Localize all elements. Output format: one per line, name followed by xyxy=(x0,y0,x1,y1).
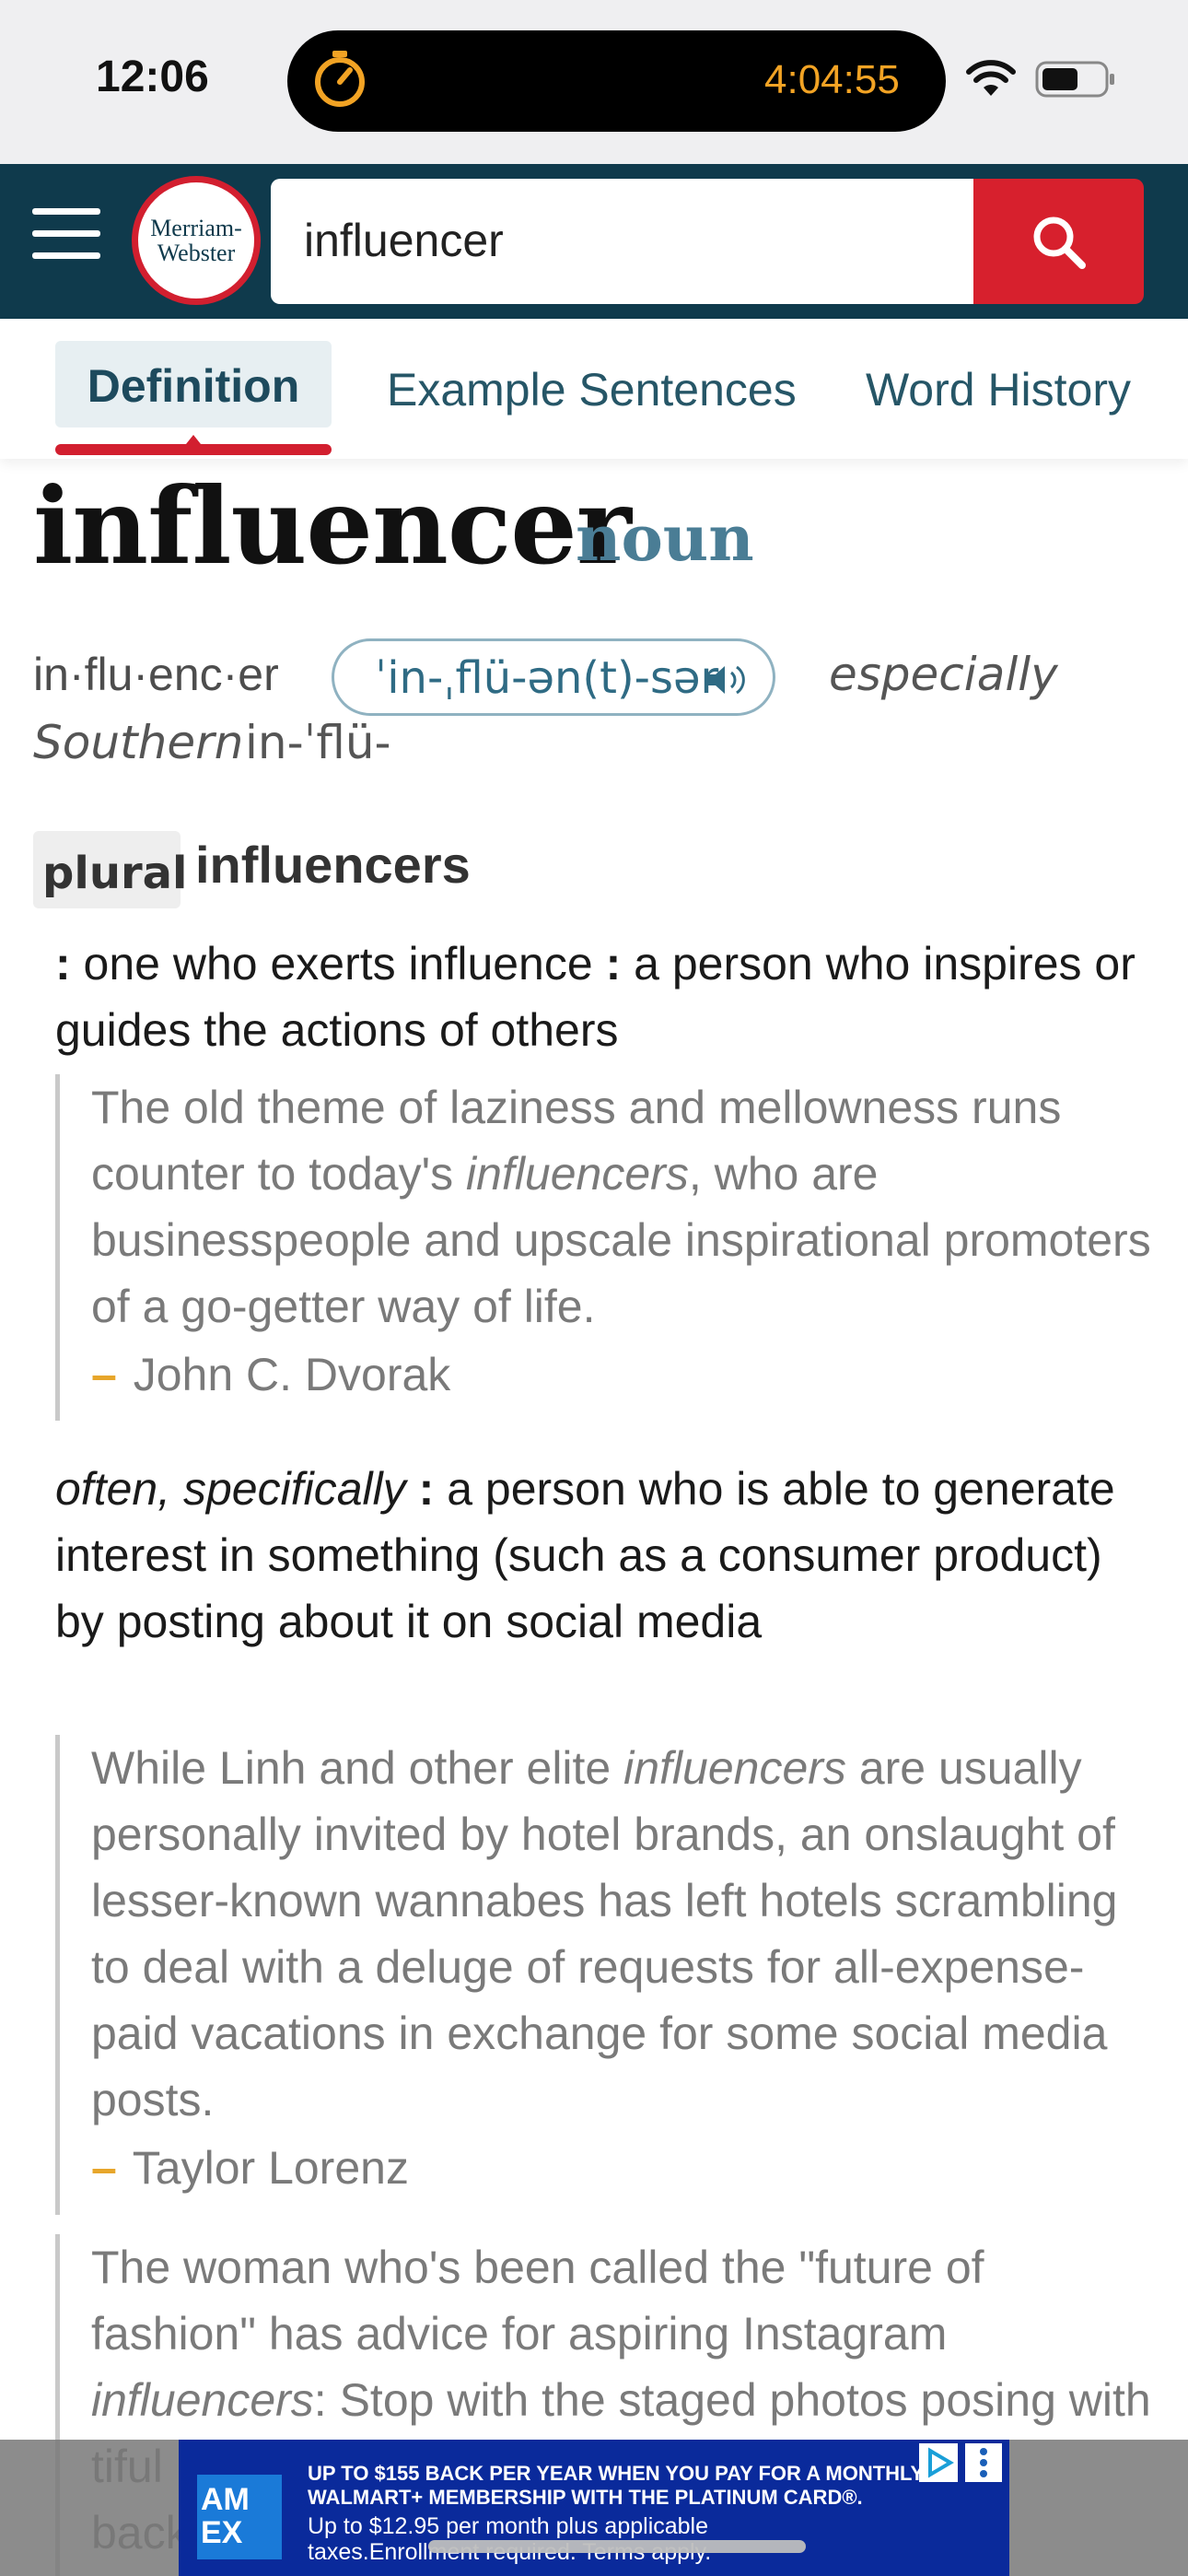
tab-definition[interactable]: Definition xyxy=(55,319,332,459)
variant-label: especially xyxy=(829,648,1058,701)
ad-headline-2: WALMART+ MEMBERSHIP WITH THE PLATINUM CA… xyxy=(308,2486,863,2509)
example-quote: The old theme of laziness and mellowness… xyxy=(55,1074,1160,1421)
search-button[interactable] xyxy=(973,179,1144,304)
more-options-icon[interactable] xyxy=(965,2443,1002,2482)
pronunciation-text: ˈin-ˌflü-ən(t)-sər xyxy=(375,652,719,704)
sense-1: : one who exerts influence : a person wh… xyxy=(55,938,1136,1056)
plural-label: plural xyxy=(42,848,188,899)
amex-ad-banner[interactable]: AM EX UP TO $155 BACK PER YEAR WHEN YOU … xyxy=(179,2440,1009,2576)
timer-icon xyxy=(315,51,365,107)
search-input-value: influencer xyxy=(304,215,504,266)
quote-attribution: – Taylor Lorenz xyxy=(91,2142,409,2194)
timer-readout: 4:04:55 xyxy=(764,57,900,102)
logo-wordmark: Merriam- Webster xyxy=(150,215,242,266)
plural-badge: plural xyxy=(33,831,188,908)
tab-word-history-label: Word History xyxy=(866,364,1132,416)
wifi-icon xyxy=(966,60,1016,96)
tab-example-sentences-label: Example Sentences xyxy=(387,364,797,416)
ad-body: Up to $12.95 per month plus applicable xyxy=(308,2513,709,2539)
variant-region: Southern xyxy=(33,716,244,769)
part-of-speech[interactable]: noun xyxy=(576,502,754,576)
sense-2: often, specifically : a person who is ab… xyxy=(55,1463,1115,1647)
status-bar: 12:06 4:04:55 xyxy=(0,0,1188,164)
variant-pronunciation: in-ˈflü- xyxy=(245,716,391,769)
active-tab-indicator xyxy=(55,444,332,455)
speaker-icon xyxy=(708,665,745,695)
pronunciation-button[interactable]: ˈin-ˌflü-ən(t)-sər xyxy=(332,638,775,716)
ad-headline: UP TO $155 BACK PER YEAR WHEN YOU PAY FO… xyxy=(308,2462,925,2485)
plural-form: influencers xyxy=(195,836,471,894)
merriam-webster-logo[interactable]: Merriam- Webster xyxy=(132,176,261,305)
search-input[interactable]: influencer xyxy=(271,179,975,304)
tab-definition-label: Definition xyxy=(87,360,300,412)
syllabification: in·flu·enc·er xyxy=(33,649,279,700)
section-tabs: Definition Example Sentences Word Histor… xyxy=(0,319,1188,459)
amex-logo: AM EX xyxy=(197,2475,282,2559)
battery-icon xyxy=(1035,61,1114,98)
search-icon xyxy=(1033,217,1086,269)
quote-attribution: – John C. Dvorak xyxy=(91,1349,451,1400)
clock: 12:06 xyxy=(96,53,209,101)
adchoices-icon[interactable] xyxy=(919,2443,958,2482)
home-indicator[interactable] xyxy=(428,2540,806,2553)
headword: influencer xyxy=(33,464,632,588)
example-quote: While Linh and other elite influencers a… xyxy=(55,1735,1160,2215)
hamburger-menu-icon[interactable] xyxy=(32,208,100,267)
